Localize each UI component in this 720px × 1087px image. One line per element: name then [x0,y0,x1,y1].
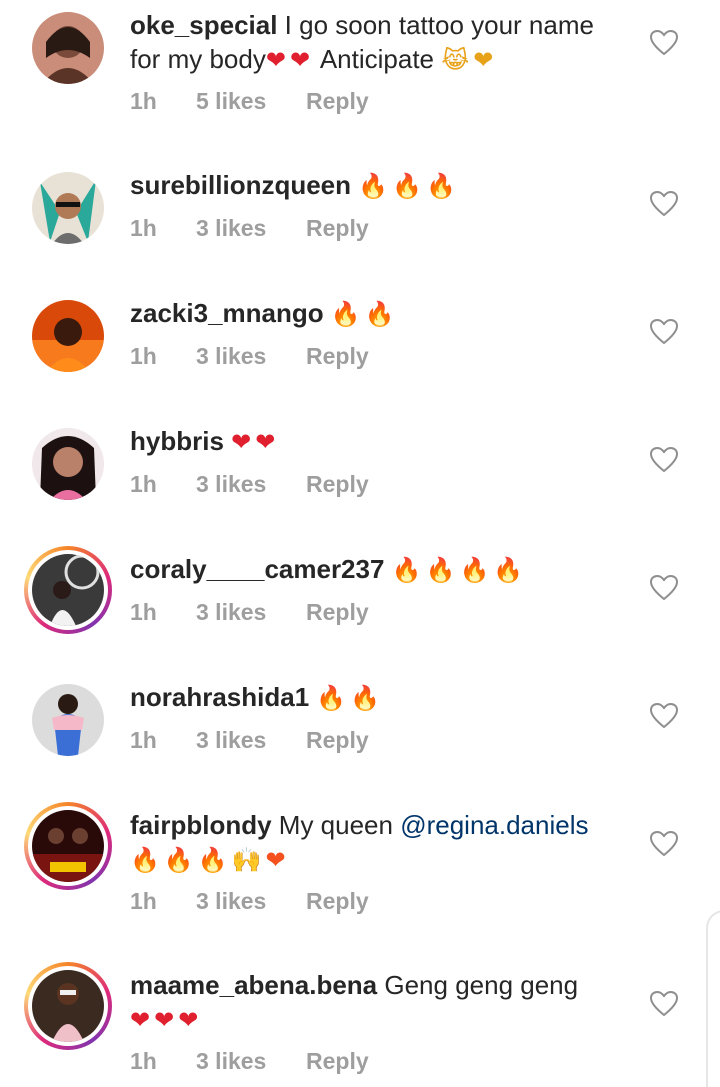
comment-text: hybbris ❤❤ [130,424,630,459]
comment-text: oke_special I go soon tattoo your name f… [130,8,630,77]
avatar-image [32,12,104,84]
avatar-image [32,300,104,372]
comment-emoji: ❤❤ [265,46,315,74]
reply-button[interactable]: Reply [306,727,369,754]
comment-username[interactable]: hybbris [130,426,224,456]
comment-text: fairpblondy My queen @regina.daniels 🔥🔥🔥🙌… [130,808,630,877]
avatar[interactable] [24,4,112,92]
avatar [28,966,108,1046]
comment-meta: 1h 3 likes Reply [130,215,369,242]
like-heart-icon[interactable] [650,319,678,345]
comment-emoji: 🔥🔥🔥 [358,172,460,200]
reply-button[interactable]: Reply [306,215,369,242]
comment-likes[interactable]: 3 likes [196,1048,306,1075]
comment-meta: 1h 3 likes Reply [130,343,369,370]
avatar [28,806,108,886]
comment-body [324,298,331,328]
comment-time: 1h [130,88,157,114]
avatar-image [32,172,104,244]
avatar-story-ring[interactable] [24,546,112,634]
like-heart-icon[interactable] [650,447,678,473]
comment-time: 1h [130,1048,157,1074]
comment-body: Geng geng geng [377,970,579,1000]
reply-button[interactable]: Reply [306,888,369,915]
avatar[interactable] [24,420,112,508]
comment-text: norahrashida1 🔥🔥 [130,680,630,715]
comment-meta: 1h 3 likes Reply [130,1048,369,1075]
comment-username[interactable]: surebillionzqueen [130,170,351,200]
comment-username[interactable]: maame_abena.bena [130,970,377,1000]
comment-meta: 1h 3 likes Reply [130,599,369,626]
comment-body [384,554,391,584]
comment-meta: 1h 3 likes Reply [130,727,369,754]
avatar-image [32,970,104,1042]
reply-button[interactable]: Reply [306,1048,369,1075]
comment-meta: 1h 5 likes Reply [130,88,369,115]
comment-username[interactable]: zacki3_mnango [130,298,324,328]
comment-emoji: 🔥🔥🔥🔥 [391,556,528,584]
comment-meta: 1h 3 likes Reply [130,471,369,498]
comment-emoji: 🔥🔥 [330,300,399,328]
like-heart-icon[interactable] [650,703,678,729]
avatar-story-ring[interactable] [24,962,112,1050]
comment-likes[interactable]: 3 likes [196,727,306,754]
comment-body: My queen [271,810,401,840]
avatar[interactable] [24,676,112,764]
comment-emoji: ❤❤❤ [130,1006,203,1034]
comment-time: 1h [130,888,157,914]
comment-time: 1h [130,727,157,753]
comment-likes[interactable]: 5 likes [196,88,306,115]
reply-button[interactable]: Reply [306,599,369,626]
comment-text: maame_abena.bena Geng geng geng ❤❤❤ [130,968,630,1037]
avatar-image [32,684,104,756]
comment-body-2: Anticipate [314,44,442,74]
comment-username[interactable]: fairpblondy [130,810,272,840]
avatar-image [32,554,104,626]
reply-button[interactable]: Reply [306,471,369,498]
comment-text: zacki3_mnango 🔥🔥 [130,296,630,331]
avatar-image [32,810,104,882]
avatar [28,550,108,630]
avatar-image [32,428,104,500]
comment-time: 1h [130,343,157,369]
comment-username[interactable]: coraly____camer237 [130,554,384,584]
avatar[interactable] [24,164,112,252]
comment-likes[interactable]: 3 likes [196,343,306,370]
comment-text: surebillionzqueen 🔥🔥🔥 [130,168,630,203]
avatar-story-ring[interactable] [24,802,112,890]
like-heart-icon[interactable] [650,30,678,56]
comment-likes[interactable]: 3 likes [196,888,306,915]
comment-emoji: ❤❤ [231,428,280,456]
comment-emoji: 🔥🔥🔥🙌❤ [130,846,290,874]
comments-list: oke_special I go soon tattoo your name f… [0,0,720,1087]
comment-username[interactable]: oke_special [130,10,277,40]
comment-likes[interactable]: 3 likes [196,215,306,242]
comment-time: 1h [130,471,157,497]
comment-meta: 1h 3 likes Reply [130,888,369,915]
like-heart-icon[interactable] [650,575,678,601]
like-heart-icon[interactable] [650,191,678,217]
comment-likes[interactable]: 3 likes [196,471,306,498]
comment-time: 1h [130,599,157,625]
like-heart-icon[interactable] [650,991,678,1017]
reply-button[interactable]: Reply [306,88,369,115]
sheet-edge [706,910,720,1087]
comment-emoji-2: 😹❤ [441,46,498,74]
comment-time: 1h [130,215,157,241]
reply-button[interactable]: Reply [306,343,369,370]
comment-likes[interactable]: 3 likes [196,599,306,626]
avatar[interactable] [24,292,112,380]
comment-text: coraly____camer237 🔥🔥🔥🔥 [130,552,630,587]
comment-emoji: 🔥🔥 [316,684,385,712]
comment-username[interactable]: norahrashida1 [130,682,309,712]
like-heart-icon[interactable] [650,831,678,857]
comment-mention-link[interactable]: @regina.daniels [400,810,588,840]
